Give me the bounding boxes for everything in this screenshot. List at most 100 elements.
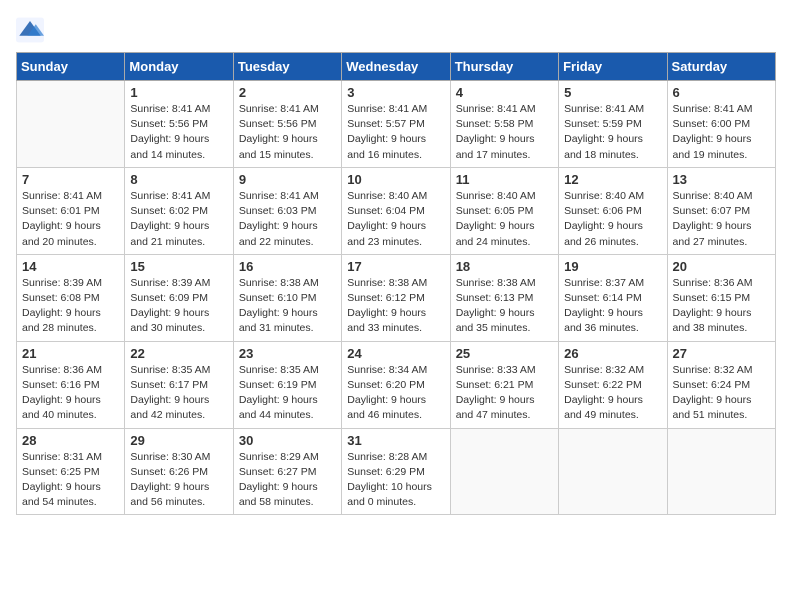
day-number: 10 — [347, 172, 444, 187]
day-number: 13 — [673, 172, 770, 187]
day-info: Sunrise: 8:38 AMSunset: 6:10 PMDaylight:… — [239, 276, 336, 337]
calendar-cell: 28 Sunrise: 8:31 AMSunset: 6:25 PMDayligh… — [17, 428, 125, 515]
day-number: 8 — [130, 172, 227, 187]
day-info: Sunrise: 8:41 AMSunset: 5:56 PMDaylight:… — [239, 102, 336, 163]
day-info: Sunrise: 8:35 AMSunset: 6:19 PMDaylight:… — [239, 363, 336, 424]
day-info: Sunrise: 8:36 AMSunset: 6:16 PMDaylight:… — [22, 363, 119, 424]
day-number: 5 — [564, 85, 661, 100]
calendar-cell: 20 Sunrise: 8:36 AMSunset: 6:15 PMDayligh… — [667, 254, 775, 341]
day-info: Sunrise: 8:32 AMSunset: 6:22 PMDaylight:… — [564, 363, 661, 424]
calendar-cell: 14 Sunrise: 8:39 AMSunset: 6:08 PMDayligh… — [17, 254, 125, 341]
day-info: Sunrise: 8:30 AMSunset: 6:26 PMDaylight:… — [130, 450, 227, 511]
day-info: Sunrise: 8:31 AMSunset: 6:25 PMDaylight:… — [22, 450, 119, 511]
day-number: 14 — [22, 259, 119, 274]
logo — [16, 16, 46, 44]
weekday-header-friday: Friday — [559, 53, 667, 81]
day-info: Sunrise: 8:36 AMSunset: 6:15 PMDaylight:… — [673, 276, 770, 337]
calendar-cell: 27 Sunrise: 8:32 AMSunset: 6:24 PMDayligh… — [667, 341, 775, 428]
calendar-cell: 4 Sunrise: 8:41 AMSunset: 5:58 PMDaylight… — [450, 81, 558, 168]
day-number: 31 — [347, 433, 444, 448]
day-info: Sunrise: 8:38 AMSunset: 6:13 PMDaylight:… — [456, 276, 553, 337]
calendar-cell: 21 Sunrise: 8:36 AMSunset: 6:16 PMDayligh… — [17, 341, 125, 428]
calendar-cell: 12 Sunrise: 8:40 AMSunset: 6:06 PMDayligh… — [559, 167, 667, 254]
day-info: Sunrise: 8:33 AMSunset: 6:21 PMDaylight:… — [456, 363, 553, 424]
calendar-cell: 19 Sunrise: 8:37 AMSunset: 6:14 PMDayligh… — [559, 254, 667, 341]
day-info: Sunrise: 8:40 AMSunset: 6:07 PMDaylight:… — [673, 189, 770, 250]
day-info: Sunrise: 8:39 AMSunset: 6:08 PMDaylight:… — [22, 276, 119, 337]
calendar-cell: 29 Sunrise: 8:30 AMSunset: 6:26 PMDayligh… — [125, 428, 233, 515]
day-number: 28 — [22, 433, 119, 448]
weekday-header-sunday: Sunday — [17, 53, 125, 81]
day-number: 27 — [673, 346, 770, 361]
calendar-cell: 16 Sunrise: 8:38 AMSunset: 6:10 PMDayligh… — [233, 254, 341, 341]
day-info: Sunrise: 8:40 AMSunset: 6:05 PMDaylight:… — [456, 189, 553, 250]
day-number: 16 — [239, 259, 336, 274]
calendar-table: SundayMondayTuesdayWednesdayThursdayFrid… — [16, 52, 776, 515]
day-info: Sunrise: 8:34 AMSunset: 6:20 PMDaylight:… — [347, 363, 444, 424]
calendar-cell — [450, 428, 558, 515]
day-info: Sunrise: 8:41 AMSunset: 5:59 PMDaylight:… — [564, 102, 661, 163]
day-info: Sunrise: 8:39 AMSunset: 6:09 PMDaylight:… — [130, 276, 227, 337]
day-number: 2 — [239, 85, 336, 100]
calendar-cell — [17, 81, 125, 168]
calendar-cell: 25Sunrise: 8:33 AMSunset: 6:21 PMDayligh… — [450, 341, 558, 428]
day-number: 30 — [239, 433, 336, 448]
day-number: 6 — [673, 85, 770, 100]
day-number: 3 — [347, 85, 444, 100]
calendar-cell: 6 Sunrise: 8:41 AMSunset: 6:00 PMDaylight… — [667, 81, 775, 168]
logo-icon — [16, 16, 44, 44]
weekday-header-saturday: Saturday — [667, 53, 775, 81]
day-number: 23 — [239, 346, 336, 361]
calendar-cell: 17 Sunrise: 8:38 AMSunset: 6:12 PMDayligh… — [342, 254, 450, 341]
day-number: 9 — [239, 172, 336, 187]
day-info: Sunrise: 8:41 AMSunset: 6:01 PMDaylight:… — [22, 189, 119, 250]
day-info: Sunrise: 8:41 AMSunset: 6:03 PMDaylight:… — [239, 189, 336, 250]
day-number: 22 — [130, 346, 227, 361]
day-number: 26 — [564, 346, 661, 361]
calendar-cell: 5 Sunrise: 8:41 AMSunset: 5:59 PMDaylight… — [559, 81, 667, 168]
calendar-cell: 8 Sunrise: 8:41 AMSunset: 6:02 PMDaylight… — [125, 167, 233, 254]
day-number: 11 — [456, 172, 553, 187]
weekday-header-thursday: Thursday — [450, 53, 558, 81]
day-info: Sunrise: 8:41 AMSunset: 5:57 PMDaylight:… — [347, 102, 444, 163]
day-number: 1 — [130, 85, 227, 100]
day-info: Sunrise: 8:40 AMSunset: 6:06 PMDaylight:… — [564, 189, 661, 250]
day-number: 7 — [22, 172, 119, 187]
day-number: 20 — [673, 259, 770, 274]
day-info: Sunrise: 8:28 AMSunset: 6:29 PMDaylight:… — [347, 450, 444, 511]
day-info: Sunrise: 8:32 AMSunset: 6:24 PMDaylight:… — [673, 363, 770, 424]
calendar-cell: 22 Sunrise: 8:35 AMSunset: 6:17 PMDayligh… — [125, 341, 233, 428]
day-info: Sunrise: 8:41 AMSunset: 6:02 PMDaylight:… — [130, 189, 227, 250]
day-number: 17 — [347, 259, 444, 274]
weekday-header-tuesday: Tuesday — [233, 53, 341, 81]
calendar-cell: 26 Sunrise: 8:32 AMSunset: 6:22 PMDayligh… — [559, 341, 667, 428]
calendar-cell — [559, 428, 667, 515]
calendar-cell: 1Sunrise: 8:41 AMSunset: 5:56 PMDaylight… — [125, 81, 233, 168]
calendar-cell: 15 Sunrise: 8:39 AMSunset: 6:09 PMDayligh… — [125, 254, 233, 341]
day-number: 18 — [456, 259, 553, 274]
day-info: Sunrise: 8:38 AMSunset: 6:12 PMDaylight:… — [347, 276, 444, 337]
day-info: Sunrise: 8:35 AMSunset: 6:17 PMDaylight:… — [130, 363, 227, 424]
day-number: 15 — [130, 259, 227, 274]
day-info: Sunrise: 8:37 AMSunset: 6:14 PMDaylight:… — [564, 276, 661, 337]
day-info: Sunrise: 8:29 AMSunset: 6:27 PMDaylight:… — [239, 450, 336, 511]
calendar-cell: 9 Sunrise: 8:41 AMSunset: 6:03 PMDaylight… — [233, 167, 341, 254]
weekday-header-wednesday: Wednesday — [342, 53, 450, 81]
calendar-cell: 2 Sunrise: 8:41 AMSunset: 5:56 PMDaylight… — [233, 81, 341, 168]
day-number: 4 — [456, 85, 553, 100]
calendar-cell: 30 Sunrise: 8:29 AMSunset: 6:27 PMDayligh… — [233, 428, 341, 515]
day-info: Sunrise: 8:41 AMSunset: 6:00 PMDaylight:… — [673, 102, 770, 163]
day-info: Sunrise: 8:41 AMSunset: 5:58 PMDaylight:… — [456, 102, 553, 163]
calendar-cell: 10Sunrise: 8:40 AMSunset: 6:04 PMDayligh… — [342, 167, 450, 254]
calendar-cell: 24 Sunrise: 8:34 AMSunset: 6:20 PMDayligh… — [342, 341, 450, 428]
day-number: 24 — [347, 346, 444, 361]
day-number: 19 — [564, 259, 661, 274]
day-number: 29 — [130, 433, 227, 448]
calendar-cell: 3 Sunrise: 8:41 AMSunset: 5:57 PMDaylight… — [342, 81, 450, 168]
day-number: 21 — [22, 346, 119, 361]
calendar-cell: 31 Sunrise: 8:28 AMSunset: 6:29 PMDayligh… — [342, 428, 450, 515]
calendar-cell: 7 Sunrise: 8:41 AMSunset: 6:01 PMDaylight… — [17, 167, 125, 254]
day-number: 12 — [564, 172, 661, 187]
calendar-cell: 18 Sunrise: 8:38 AMSunset: 6:13 PMDayligh… — [450, 254, 558, 341]
weekday-header-monday: Monday — [125, 53, 233, 81]
